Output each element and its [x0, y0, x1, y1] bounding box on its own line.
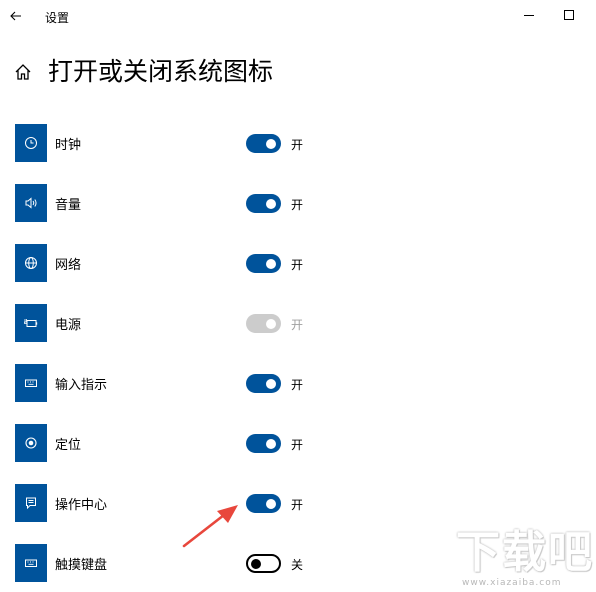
item-label: 时钟: [55, 138, 82, 153]
location-toggle[interactable]: [246, 434, 281, 453]
list-item: 音量 开: [0, 184, 596, 232]
location-icon: [25, 437, 37, 449]
clock-icon: [25, 137, 37, 149]
action-center-icon: [26, 497, 36, 510]
list-item: 电源 开: [0, 304, 596, 352]
item-label: 音量: [55, 198, 82, 213]
item-label: 输入指示: [55, 378, 108, 393]
toggle-state-label: 开: [291, 138, 304, 152]
toggle-state-label: 开: [291, 378, 304, 392]
touch-keyboard-toggle[interactable]: [246, 554, 281, 573]
network-toggle[interactable]: [246, 254, 281, 273]
toggle-state-label: 开: [291, 498, 304, 512]
battery-plug-icon: [24, 319, 38, 327]
toggle-state-label: 开: [291, 318, 304, 332]
toggle-state-label: 关: [291, 558, 304, 572]
keyboard-icon: [25, 559, 37, 567]
toggle-state-label: 开: [291, 438, 304, 452]
keyboard-icon: [25, 379, 37, 387]
red-arrow-annotation: [182, 505, 238, 548]
system-icon-list: 时钟 开 音量 开 网络 开 电源 开 输入指示 开 定位 开 操作中心 开 触…: [0, 0, 596, 590]
item-label: 操作中心: [55, 498, 108, 513]
toggle-state-label: 开: [291, 198, 304, 212]
item-label: 网络: [55, 258, 82, 273]
item-label: 电源: [55, 318, 82, 333]
item-label: 触摸键盘: [55, 558, 108, 573]
action-center-toggle[interactable]: [246, 494, 281, 513]
clock-toggle[interactable]: [246, 134, 281, 153]
power-toggle[interactable]: [246, 314, 281, 333]
item-label: 定位: [55, 438, 82, 453]
input-indicator-toggle[interactable]: [246, 374, 281, 393]
volume-toggle[interactable]: [246, 194, 281, 213]
volume-icon: [25, 197, 37, 209]
list-item: 输入指示 开: [0, 364, 596, 412]
watermark-url: www.xiazaiba.com: [462, 578, 562, 588]
list-item: 定位 开: [0, 424, 596, 472]
toggle-state-label: 开: [291, 258, 304, 272]
list-item: 操作中心 开: [0, 484, 596, 532]
list-item: 时钟 开: [0, 124, 596, 172]
watermark-logo: 下载吧 www.xiazaiba.com: [456, 528, 596, 590]
globe-icon: [25, 257, 37, 269]
list-item: 网络 开: [0, 244, 596, 292]
watermark-text: 下载吧: [456, 527, 594, 578]
